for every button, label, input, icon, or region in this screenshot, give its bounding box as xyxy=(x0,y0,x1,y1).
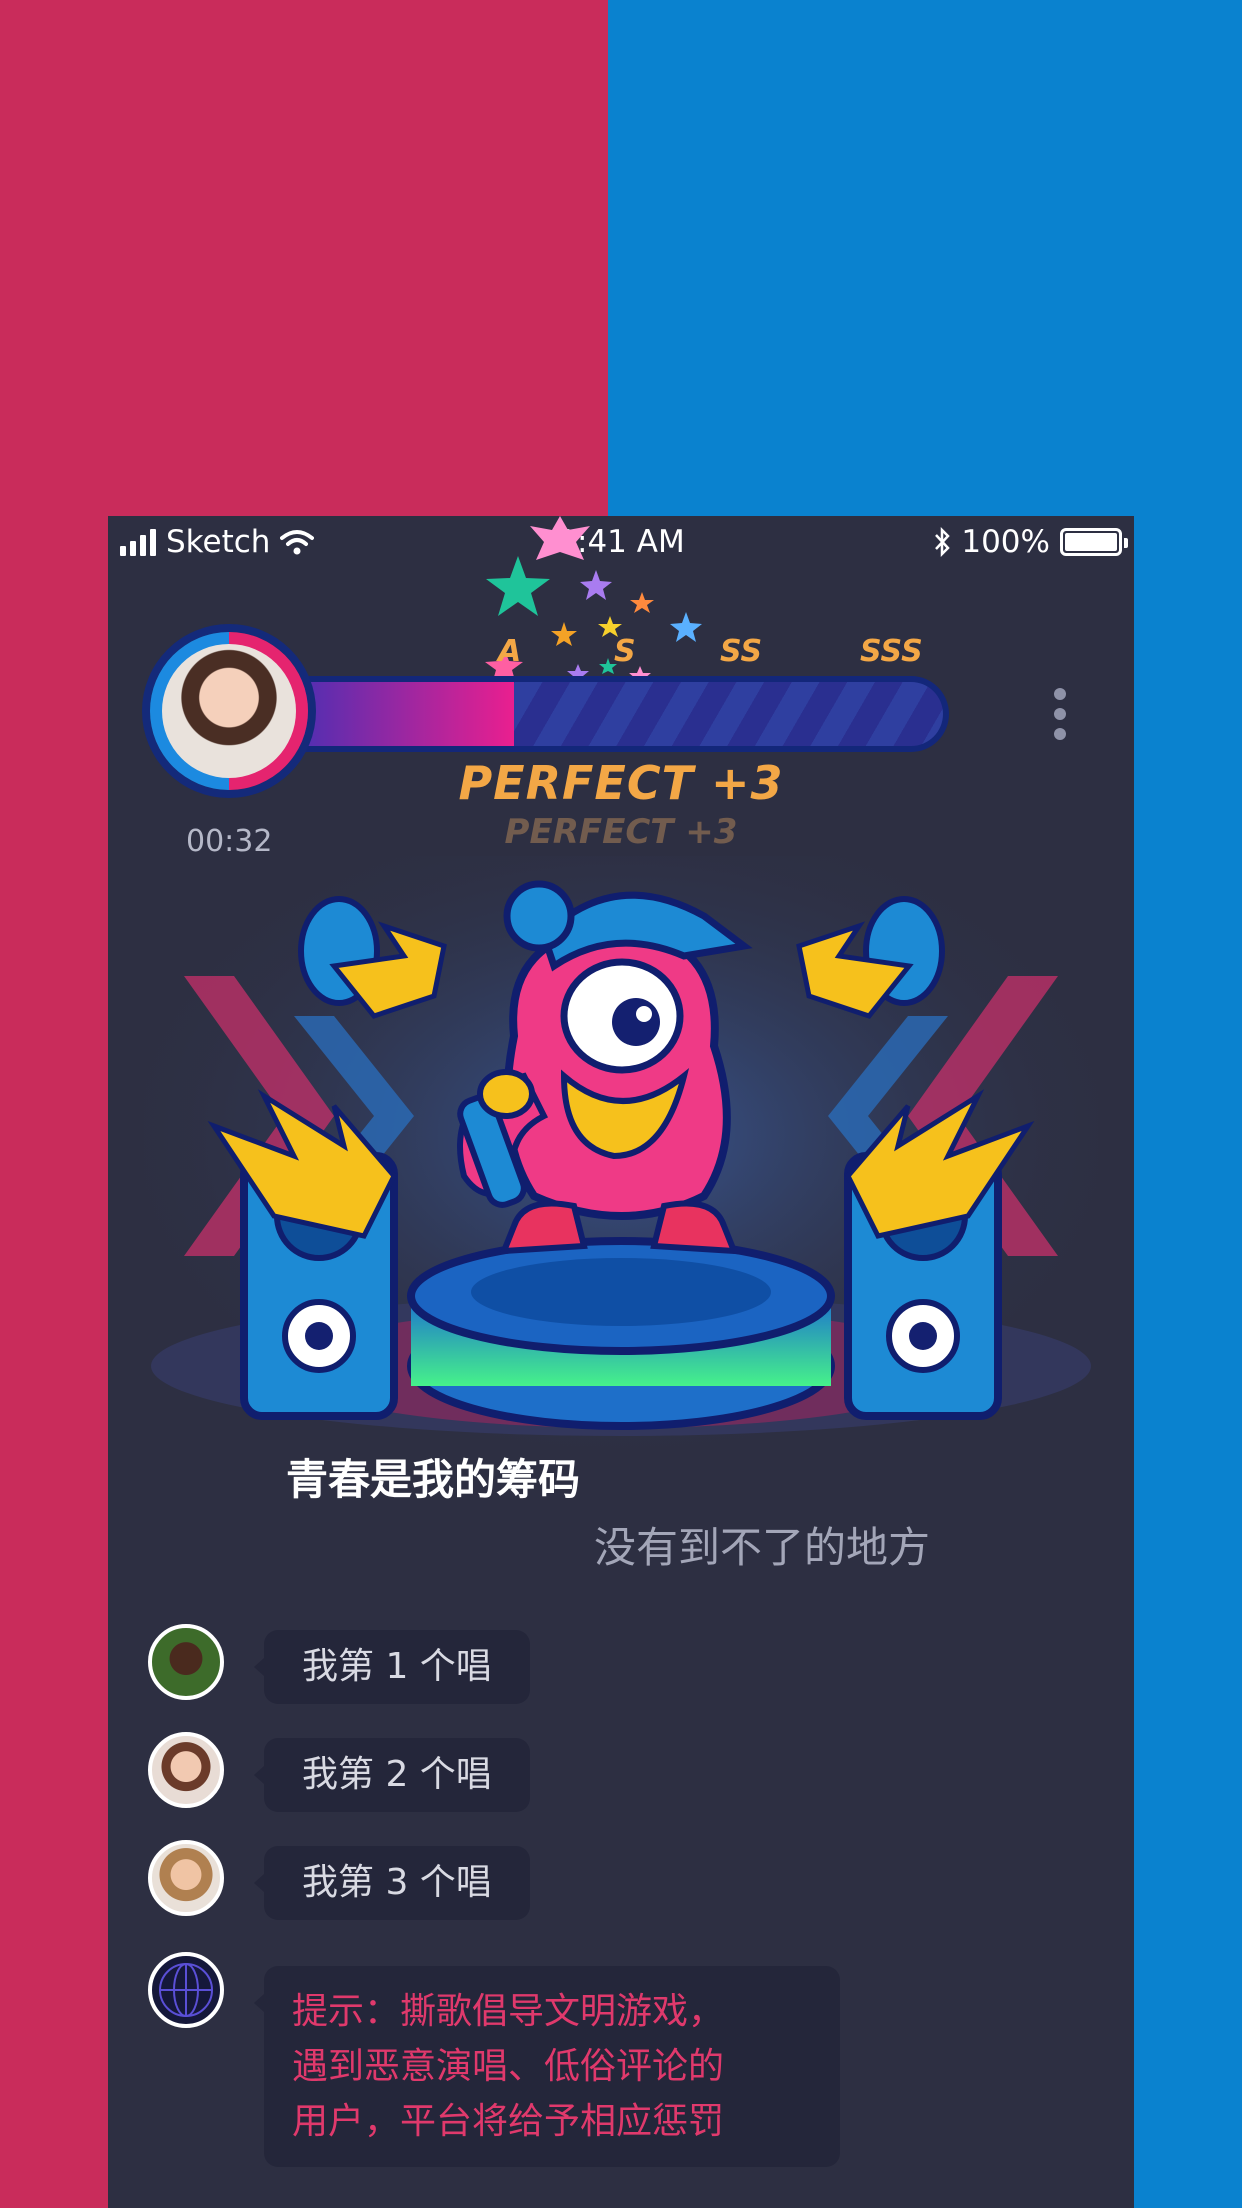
queue-avatar[interactable] xyxy=(148,1732,224,1808)
phone-screen: Sketch 9:41 AM 100% A S SS SSS 00:32 PER… xyxy=(108,516,1134,2208)
monster-stage-illustration xyxy=(144,856,1098,1476)
grade-s: S xyxy=(614,634,636,669)
tip-line-1: 提示：撕歌倡导文明游戏， xyxy=(292,1991,725,2032)
queue-label: 我第 3 个唱 xyxy=(254,1846,530,1920)
score-progress-fill xyxy=(293,682,514,746)
score-area: A S SS SSS 00:32 PERFECT +3 PERFECT +3 xyxy=(108,516,1134,859)
grade-sss: SSS xyxy=(860,634,923,669)
globe-icon xyxy=(148,1952,224,2028)
queue-label: 我第 1 个唱 xyxy=(254,1630,530,1704)
grade-ss: SS xyxy=(720,634,763,669)
queue-label: 我第 2 个唱 xyxy=(254,1738,530,1812)
grade-a: A xyxy=(498,634,522,669)
next-lyric: 没有到不了的地方 xyxy=(594,1523,931,1572)
tip-message: 提示：撕歌倡导文明游戏， 遇到恶意演唱、低俗评论的 用户，平台将给予相应惩罚 xyxy=(254,1966,840,2167)
tip-line-3: 用户，平台将给予相应惩罚 xyxy=(292,2101,725,2142)
current-lyric: 青春是我的筹码 xyxy=(286,1455,581,1504)
tip-line-2: 遇到恶意演唱、低俗评论的 xyxy=(292,2046,725,2087)
queue-avatar[interactable] xyxy=(148,1624,224,1700)
more-options-icon[interactable] xyxy=(1050,688,1070,740)
queue-avatar[interactable] xyxy=(148,1840,224,1916)
perfect-score-echo: PERFECT +3 xyxy=(504,812,738,852)
score-progress-bar xyxy=(293,676,949,752)
perfect-score-text: PERFECT +3 xyxy=(458,756,784,810)
